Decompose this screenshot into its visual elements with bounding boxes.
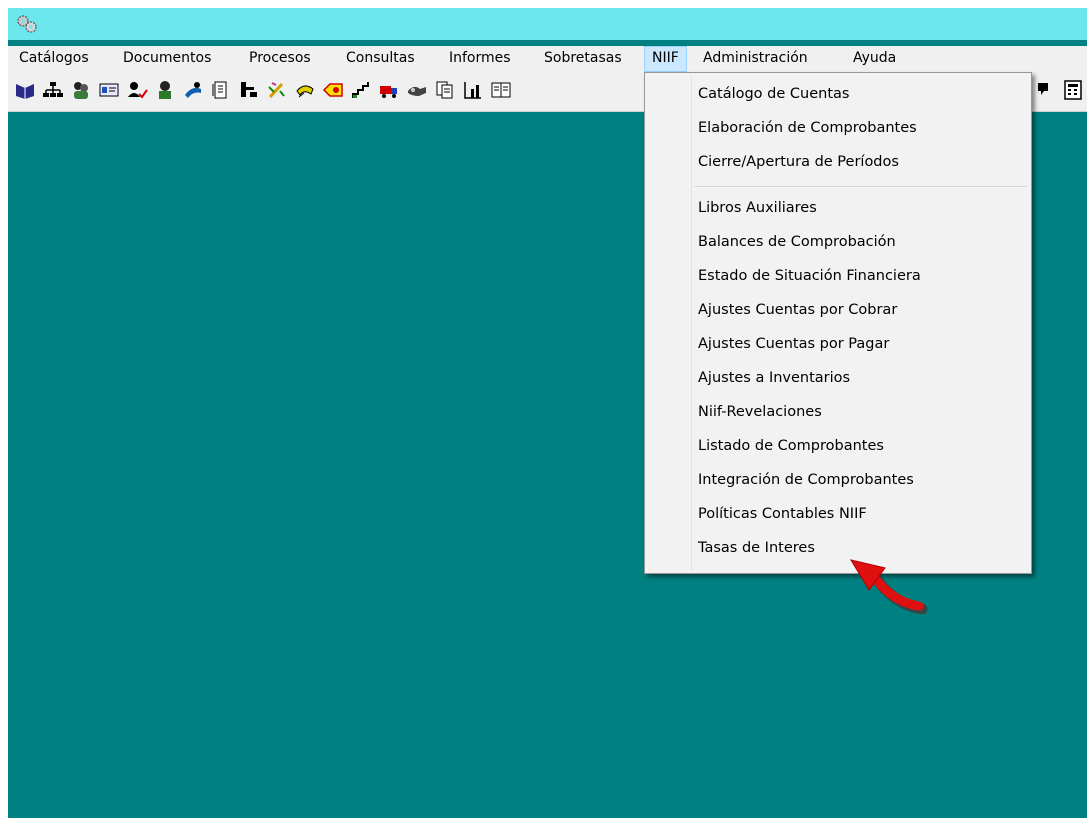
menu-procesos[interactable]: Procesos xyxy=(242,46,318,72)
truck-icon[interactable] xyxy=(378,78,400,102)
red-pointer-arrow-icon xyxy=(849,559,928,615)
files-icon[interactable] xyxy=(434,78,456,102)
help-icon[interactable] xyxy=(1034,78,1056,102)
book-icon[interactable] xyxy=(14,78,36,102)
tag-icon[interactable] xyxy=(322,78,344,102)
menu-item-tasas-de-interes[interactable]: Tasas de Interes xyxy=(647,533,1029,563)
org-chart-icon[interactable] xyxy=(42,78,64,102)
menu-documentos[interactable]: Documentos xyxy=(116,46,218,72)
person-icon[interactable] xyxy=(154,78,176,102)
menu-separator xyxy=(694,186,1027,187)
document-icon[interactable] xyxy=(210,78,232,102)
menu-administracion[interactable]: Administración xyxy=(696,46,815,72)
menu-catalogos[interactable]: Catálogos xyxy=(12,46,96,72)
gears-app-icon[interactable] xyxy=(16,14,38,34)
menu-item-catalogo-de-cuentas[interactable]: Catálogo de Cuentas xyxy=(647,79,1029,109)
menu-item-elaboracion-de-comprobantes[interactable]: Elaboración de Comprobantes xyxy=(647,113,1029,143)
menu-item-listado-de-comprobantes[interactable]: Listado de Comprobantes xyxy=(647,431,1029,461)
menu-sobretasas[interactable]: Sobretasas xyxy=(537,46,629,72)
menu-item-cierre-apertura-de-periodos[interactable]: Cierre/Apertura de Períodos xyxy=(647,147,1029,177)
menu-item-estado-de-situacion-financiera[interactable]: Estado de Situación Financiera xyxy=(647,261,1029,291)
app-window: Catálogos Documentos Procesos Consultas … xyxy=(8,8,1087,818)
menu-item-integracion-de-comprobantes[interactable]: Integración de Comprobantes xyxy=(647,465,1029,495)
menu-item-ajustes-cuentas-por-cobrar[interactable]: Ajustes Cuentas por Cobrar xyxy=(647,295,1029,325)
menu-consultas[interactable]: Consultas xyxy=(339,46,422,72)
menu-item-ajustes-cuentas-por-pagar[interactable]: Ajustes Cuentas por Pagar xyxy=(647,329,1029,359)
menu-bar: Catálogos Documentos Procesos Consultas … xyxy=(8,46,1087,72)
stairs-icon[interactable] xyxy=(350,78,372,102)
menu-informes[interactable]: Informes xyxy=(442,46,518,72)
tree-icon[interactable] xyxy=(238,78,260,102)
menu-item-ajustes-a-inventarios[interactable]: Ajustes a Inventarios xyxy=(647,363,1029,393)
menu-niif[interactable]: NIIF xyxy=(644,46,687,72)
menu-item-niif-revelaciones[interactable]: Niif-Revelaciones xyxy=(647,397,1029,427)
edit-icon[interactable] xyxy=(266,78,288,102)
title-bar xyxy=(8,8,1087,40)
menu-ayuda[interactable]: Ayuda xyxy=(846,46,903,72)
user-check-icon[interactable] xyxy=(126,78,148,102)
ledger-icon[interactable] xyxy=(490,78,512,102)
people-icon[interactable] xyxy=(70,78,92,102)
hand-icon[interactable] xyxy=(182,78,204,102)
menu-item-balances-de-comprobacion[interactable]: Balances de Comprobación xyxy=(647,227,1029,257)
hands-icon[interactable] xyxy=(294,78,316,102)
niif-dropdown-menu: Catálogo de Cuentas Elaboración de Compr… xyxy=(644,72,1032,574)
chart-icon[interactable] xyxy=(462,78,484,102)
card-icon[interactable] xyxy=(98,78,120,102)
menu-item-politicas-contables-niif[interactable]: Políticas Contables NIIF xyxy=(647,499,1029,529)
menu-item-libros-auxiliares[interactable]: Libros Auxiliares xyxy=(647,193,1029,223)
calculator-icon[interactable] xyxy=(1062,78,1084,102)
handshake-icon[interactable] xyxy=(406,78,428,102)
